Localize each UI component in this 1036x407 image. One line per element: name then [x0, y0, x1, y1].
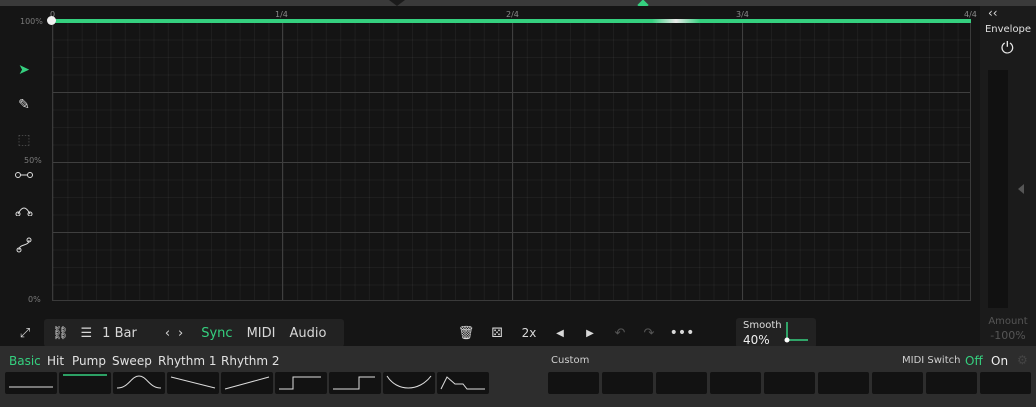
custom-label: Custom: [551, 355, 590, 366]
midi-switch-off[interactable]: Off: [965, 354, 983, 368]
preset-tab-sweep[interactable]: Sweep: [112, 354, 152, 368]
preset-bar: Basic Hit Pump Sweep Rhythm 1 Rhythm 2 C…: [0, 346, 1036, 407]
custom-slot[interactable]: [764, 372, 815, 394]
custom-slot[interactable]: [602, 372, 653, 394]
preset-tab-basic[interactable]: Basic: [9, 354, 41, 368]
preset-slot-step-late[interactable]: [329, 372, 381, 394]
smooth-curve-icon: [784, 322, 808, 343]
preset-slot-ramp-up[interactable]: [221, 372, 273, 394]
ruler-tick-1: 1/4: [275, 10, 288, 19]
smooth-label: Smooth: [743, 320, 782, 331]
smooth-value: 40%: [743, 333, 770, 347]
tool-palette: ➤ ✎ ⬚: [8, 54, 40, 264]
midi-switch-on[interactable]: On: [991, 354, 1008, 368]
preset-slot-ramp-down[interactable]: [167, 372, 219, 394]
envelope-point[interactable]: [47, 16, 56, 25]
link-icon[interactable]: ⛓: [52, 326, 69, 341]
ruler-tick-3: 3/4: [736, 10, 749, 19]
collapse-icon[interactable]: ‹‹: [988, 6, 998, 20]
sync-button[interactable]: Sync: [201, 326, 232, 341]
custom-slot[interactable]: [980, 372, 1031, 394]
ruler-tick-2: 2/4: [506, 10, 519, 19]
redo-icon[interactable]: ↷: [636, 319, 662, 347]
length-menu-icon[interactable]: ☰: [81, 326, 93, 341]
audio-button[interactable]: Audio: [289, 326, 326, 341]
trash-icon[interactable]: 🗑: [452, 319, 480, 347]
preset-tab-rhythm-2[interactable]: Rhythm 2: [221, 354, 280, 368]
amount-label: Amount: [988, 316, 1028, 327]
line-tool-icon[interactable]: [8, 159, 40, 191]
settings-gear-icon[interactable]: ⚙: [1017, 353, 1028, 367]
smooth-control[interactable]: Smooth 40%: [736, 318, 816, 348]
envelope-editor: 0 1/4 2/4 3/4 4/4 100% 50% 0% ➤ ✎ ⬚ ⤢ ⛓ …: [0, 6, 980, 348]
preset-slot-flat-low[interactable]: [5, 372, 57, 394]
preset-tab-rhythm-1[interactable]: Rhythm 1: [158, 354, 217, 368]
preset-slot-bowl[interactable]: [383, 372, 435, 394]
s-curve-tool-icon[interactable]: [8, 229, 40, 261]
curve-tool-icon[interactable]: [8, 194, 40, 226]
length-value[interactable]: 1 Bar: [102, 326, 137, 341]
editor-toolbar-center: 🗑 ⚄ 2x ◀ ▶ ↶ ↷ •••: [452, 318, 702, 348]
preset-slot-sine[interactable]: [113, 372, 165, 394]
editor-toolbar-left: ⤢ ⛓ ☰ 1 Bar ‹ › Sync MIDI Audio: [14, 318, 344, 348]
shift-right-icon[interactable]: ▶: [576, 319, 604, 347]
preset-slot-step-early[interactable]: [275, 372, 327, 394]
midi-button[interactable]: MIDI: [247, 326, 276, 341]
custom-slot[interactable]: [818, 372, 869, 394]
custom-slot[interactable]: [656, 372, 707, 394]
envelope-grid[interactable]: [52, 21, 971, 301]
undo-icon[interactable]: ↶: [604, 319, 636, 347]
preset-slot-flat-high[interactable]: [59, 372, 111, 394]
y-label-100: 100%: [20, 17, 43, 26]
envelope-curve[interactable]: [52, 19, 971, 23]
preset-tab-hit[interactable]: Hit: [47, 354, 64, 368]
amount-arrow-icon[interactable]: [1018, 184, 1024, 194]
timing-bar: ⛓ ☰ 1 Bar ‹ › Sync MIDI Audio: [44, 319, 344, 347]
shift-left-icon[interactable]: ◀: [544, 319, 576, 347]
envelope-title: Envelope: [984, 24, 1032, 35]
y-label-0: 0%: [28, 295, 41, 304]
amount-value: -100%: [990, 329, 1026, 342]
select-tool-icon[interactable]: ➤: [8, 54, 40, 86]
ruler-tick-4: 4/4: [964, 10, 977, 19]
amount-meter[interactable]: [988, 70, 1008, 308]
custom-slot[interactable]: [872, 372, 923, 394]
midi-switch-label: MIDI Switch: [902, 355, 961, 366]
fullscreen-icon[interactable]: ⤢: [14, 319, 36, 347]
custom-slot[interactable]: [926, 372, 977, 394]
custom-slot[interactable]: [548, 372, 599, 394]
next-length-icon[interactable]: ›: [178, 326, 183, 341]
power-icon[interactable]: ⏻: [1001, 38, 1014, 58]
prev-length-icon[interactable]: ‹: [165, 326, 170, 341]
more-icon[interactable]: •••: [662, 319, 702, 347]
preset-slot-decay[interactable]: [437, 372, 489, 394]
multiply-button[interactable]: 2x: [514, 319, 544, 347]
draw-tool-icon[interactable]: ✎: [8, 89, 40, 121]
preset-tab-pump[interactable]: Pump: [72, 354, 106, 368]
dice-icon[interactable]: ⚄: [480, 319, 514, 347]
envelope-side-panel: ‹‹ Envelope ⏻ Amount -100%: [980, 6, 1036, 346]
marquee-tool-icon[interactable]: ⬚: [8, 124, 40, 156]
custom-slot[interactable]: [710, 372, 761, 394]
